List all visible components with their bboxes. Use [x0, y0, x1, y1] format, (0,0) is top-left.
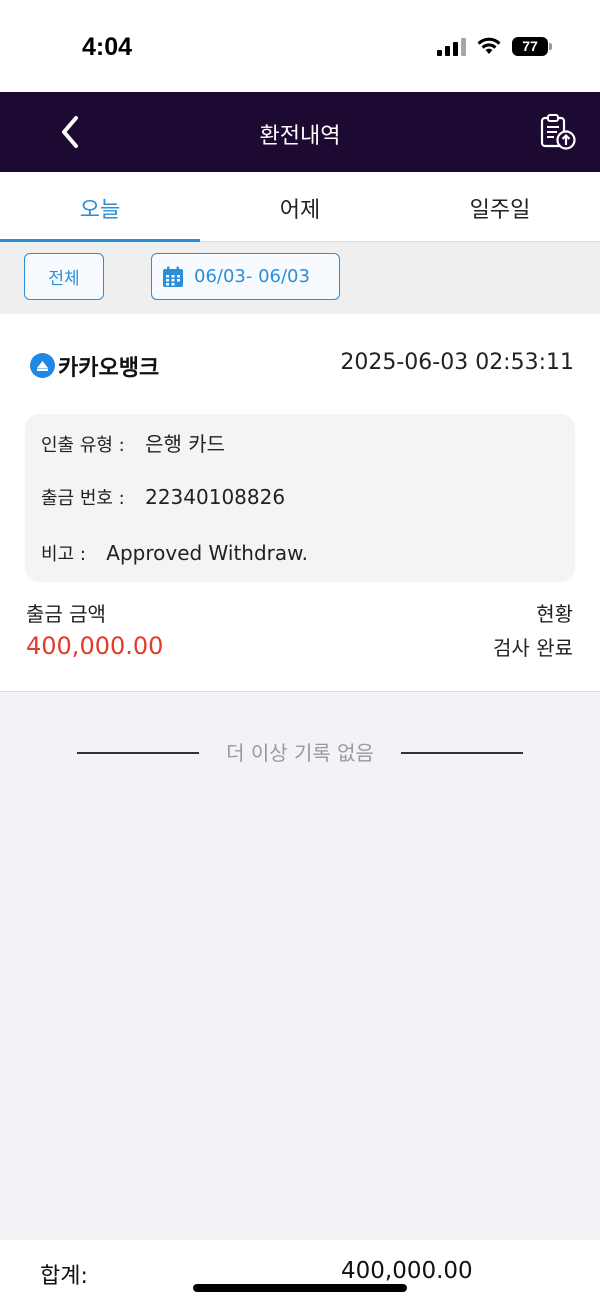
detail-box: 인출 유형 : 은행 카드 출금 번호 : 22340108826 비고 : A… — [25, 414, 575, 582]
withdraw-type-value: 은행 카드 — [145, 432, 226, 456]
note-label: 비고 : — [41, 544, 86, 565]
total-footer: 합계: 400,000.00 — [0, 1240, 600, 1304]
status-value: 검사 완료 — [493, 636, 573, 660]
divider-right — [401, 752, 523, 754]
calendar-icon — [163, 266, 183, 287]
withdraw-type-row: 인출 유형 : 은행 카드 — [41, 428, 225, 457]
tab-yesterday[interactable]: 어제 — [200, 172, 400, 241]
bank-logo-icon — [30, 353, 55, 378]
date-tabs: 오늘 어제 일주일 — [0, 172, 600, 242]
status-icons: 77 — [437, 36, 552, 56]
home-indicator[interactable] — [193, 1284, 407, 1292]
note-value: Approved Withdraw. — [106, 541, 309, 565]
total-label: 합계: — [40, 1264, 88, 1289]
date-range-button[interactable]: 06/03- 06/03 — [151, 253, 340, 300]
status-label: 현황 — [536, 602, 573, 626]
app-header: 환전내역 — [0, 92, 600, 172]
filter-bar: 전체 06/03- 06/03 — [0, 242, 600, 314]
end-of-list: 더 이상 기록 없음 — [77, 737, 523, 767]
bank-name: 카카오뱅크 — [58, 356, 160, 381]
record-datetime: 2025-06-03 02:53:11 — [340, 350, 574, 375]
exchange-record-card[interactable]: 카카오뱅크 2025-06-03 02:53:11 인출 유형 : 은행 카드 … — [0, 314, 600, 692]
status-time: 4:04 — [82, 33, 133, 61]
cellular-signal-icon — [437, 37, 466, 56]
note-row: 비고 : Approved Withdraw. — [41, 540, 308, 566]
export-button[interactable] — [538, 112, 578, 152]
clipboard-upload-icon — [540, 114, 576, 150]
tab-today[interactable]: 오늘 — [0, 172, 200, 242]
battery-icon: 77 — [512, 36, 552, 56]
tab-week[interactable]: 일주일 — [400, 172, 600, 241]
filter-all-button[interactable]: 전체 — [24, 253, 104, 300]
page-title: 환전내역 — [259, 124, 341, 149]
bank-row: 카카오뱅크 2025-06-03 02:53:11 — [30, 350, 574, 381]
total-value: 400,000.00 — [341, 1258, 473, 1284]
withdraw-number-value: 22340108826 — [145, 485, 286, 509]
wifi-icon — [477, 37, 501, 54]
amount-value: 400,000.00 — [26, 632, 164, 660]
amount-label: 출금 금액 — [26, 602, 106, 626]
status-bar: 4:04 77 — [0, 0, 600, 92]
withdraw-type-label: 인출 유형 : — [41, 435, 125, 456]
withdraw-number-row: 출금 번호 : 22340108826 — [41, 484, 285, 510]
withdraw-number-label: 출금 번호 : — [41, 488, 125, 509]
date-range-text: 06/03- 06/03 — [194, 266, 310, 287]
